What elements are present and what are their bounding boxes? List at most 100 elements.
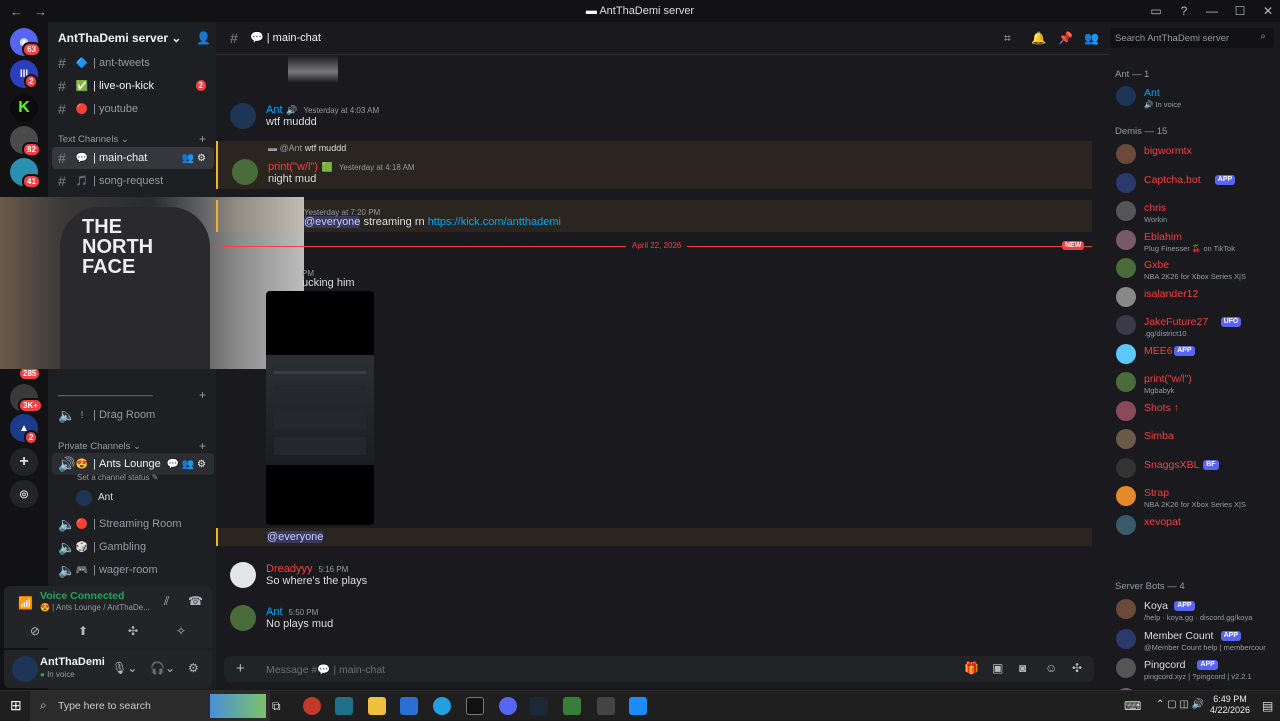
upload-plus-icon[interactable]: + bbox=[236, 660, 245, 677]
keyboard-icon[interactable]: ⌨ bbox=[1124, 699, 1141, 713]
channel-song-request[interactable]: # 🎵 | song-request bbox=[52, 170, 214, 192]
voice-status-sub[interactable]: 😍 | Ants Lounge / AntThaDe... bbox=[40, 603, 150, 612]
discord-icon[interactable] bbox=[499, 697, 517, 715]
notification-bell-icon[interactable]: 🔔 bbox=[1031, 31, 1046, 45]
member-item[interactable]: Shots ↑ bbox=[1116, 400, 1280, 428]
message-input[interactable]: Message #💬 | main-chat bbox=[266, 663, 866, 677]
channel-live-on-kick[interactable]: # ✅ | live-on-kick 2 bbox=[52, 75, 214, 97]
app-icon[interactable] bbox=[629, 697, 647, 715]
channel-ant-tweets[interactable]: # 🔷 | ant-tweets bbox=[52, 52, 214, 74]
noise-suppression-icon[interactable]: ⫽ bbox=[164, 594, 169, 609]
clock[interactable]: 6:49 PM 4/22/2026 bbox=[1200, 694, 1260, 716]
microphone-icon[interactable]: 🎙⌄ bbox=[112, 661, 137, 675]
reply-preview[interactable]: wtf muddd bbox=[305, 143, 347, 153]
app-icon[interactable] bbox=[303, 697, 321, 715]
discover-icon[interactable]: ◎ bbox=[10, 480, 38, 508]
message-link[interactable]: https://kick.com/antthademi bbox=[428, 216, 561, 228]
message-author[interactable]: Ant bbox=[266, 104, 283, 116]
voice-status-title[interactable]: Voice Connected bbox=[40, 590, 124, 602]
message-author[interactable]: Ant bbox=[266, 606, 283, 618]
minimize-button[interactable]: — bbox=[1200, 0, 1224, 22]
kick-server-icon[interactable]: K bbox=[10, 94, 38, 122]
reply-author[interactable]: @Ant bbox=[280, 143, 303, 153]
category-text-channels[interactable]: Text Channels ⌄ bbox=[58, 134, 129, 145]
search-input[interactable]: Search AntThaDemi server ⌕ bbox=[1110, 28, 1274, 48]
camera-off-icon[interactable]: ⊘ bbox=[30, 624, 40, 638]
headphones-icon[interactable]: 🎧⌄ bbox=[150, 661, 175, 675]
member-item[interactable]: Strap NBA 2K26 for Xbox Series X|S bbox=[1116, 485, 1280, 513]
member-item[interactable]: MEE6 APP bbox=[1116, 343, 1280, 371]
sticker-icon[interactable]: ◙ bbox=[1019, 661, 1026, 675]
forward-arrow-icon[interactable]: → bbox=[34, 4, 48, 19]
threads-icon[interactable]: ⌗ bbox=[1004, 31, 1011, 46]
member-ant[interactable]: Ant 🔊 In voice bbox=[1116, 85, 1280, 113]
app-icon[interactable] bbox=[597, 697, 615, 715]
app-icon[interactable] bbox=[466, 697, 484, 715]
taskbar-search-box[interactable]: ⌕ Type here to search bbox=[30, 691, 270, 721]
voice-channel-drag-room[interactable]: 🔈! | Drag Room bbox=[52, 404, 214, 426]
screen-share-icon[interactable]: ⬆ bbox=[78, 624, 88, 638]
member-item[interactable]: bigwormtx bbox=[1116, 143, 1280, 171]
voice-channel-gambling[interactable]: 🔈 🎲 | Gambling bbox=[52, 536, 214, 558]
everyone-mention[interactable]: @everyone bbox=[267, 531, 324, 543]
voice-channel-ants-lounge[interactable]: 🔊 😍 | Ants Lounge 💬 👥 ⚙ bbox=[52, 453, 214, 475]
store-icon[interactable] bbox=[335, 697, 353, 715]
voice-channel-wager-room[interactable]: 🔈 🎮 | wager-room bbox=[52, 559, 214, 581]
back-arrow-icon[interactable]: ← bbox=[10, 4, 24, 19]
member-list-icon[interactable]: 👥 bbox=[1084, 31, 1099, 45]
file-explorer-icon[interactable] bbox=[368, 697, 386, 715]
member-item[interactable]: chris Workin bbox=[1116, 200, 1280, 228]
member-item[interactable]: Eblahim Plug Finesser 🍒 on TikTok bbox=[1116, 229, 1280, 257]
soundboard-icon[interactable]: ✧ bbox=[176, 624, 186, 638]
avatar[interactable] bbox=[232, 159, 258, 185]
gift-icon[interactable]: 🎁 bbox=[964, 661, 979, 675]
member-item[interactable]: Gxbe NBA 2K26 for Xbox Series X|S bbox=[1116, 257, 1280, 285]
disconnect-icon[interactable]: ☎ bbox=[188, 594, 203, 608]
pinned-messages-icon[interactable]: 📌 bbox=[1058, 31, 1073, 45]
member-item[interactable]: Simba bbox=[1116, 428, 1280, 456]
member-item[interactable]: xevopat bbox=[1116, 514, 1280, 542]
member-item[interactable]: print("w/l") Mgbabyk bbox=[1116, 371, 1280, 399]
image-attachment[interactable] bbox=[266, 291, 374, 525]
channel-status-prompt[interactable]: Set a channel status ✎ bbox=[77, 473, 158, 482]
avatar[interactable] bbox=[12, 656, 38, 682]
channel-main-chat[interactable]: # 💬 | main-chat 👥 ⚙ bbox=[52, 147, 214, 169]
member-item[interactable]: Koya APP/help · koya.gg · discord.gg/koya bbox=[1116, 598, 1280, 626]
apps-icon[interactable]: ✣ bbox=[1072, 661, 1082, 675]
notifications-icon[interactable]: ▤ bbox=[1262, 699, 1273, 713]
channel-youtube[interactable]: # 🔴 | youtube bbox=[52, 98, 214, 120]
member-item[interactable]: Member Count APP @Member Count help | memb… bbox=[1116, 628, 1280, 656]
everyone-mention[interactable]: @everyone bbox=[304, 216, 361, 228]
member-item[interactable]: JakeFuture27 UFO .gg/district10 bbox=[1116, 314, 1280, 342]
category-private-channels[interactable]: Private Channels ⌄ bbox=[58, 441, 141, 452]
app-icon[interactable] bbox=[563, 697, 581, 715]
channel-settings-icons[interactable]: 💬 👥 ⚙ bbox=[167, 459, 206, 470]
maximize-button[interactable]: ☐ bbox=[1228, 0, 1252, 22]
steam-icon[interactable] bbox=[530, 697, 548, 715]
emoji-icon[interactable]: ☺ bbox=[1045, 661, 1057, 675]
member-item[interactable]: Pingcord APP pingcord.xyz | ?pingcord | v2… bbox=[1116, 657, 1280, 685]
mail-icon[interactable] bbox=[400, 697, 418, 715]
help-icon[interactable]: ? bbox=[1172, 0, 1196, 22]
system-tray-icons[interactable]: ⌃ ▢ ◫ 🔊 bbox=[1156, 699, 1204, 710]
member-item[interactable]: isalander12 bbox=[1116, 286, 1280, 314]
channel-settings-icons[interactable]: 👥 ⚙ bbox=[182, 153, 206, 164]
server-name-header[interactable]: AntThaDemi server ⌄ bbox=[58, 31, 181, 45]
member-item[interactable]: Captcha.bot APP bbox=[1116, 172, 1280, 200]
add-server-icon[interactable]: + bbox=[10, 448, 38, 476]
avatar[interactable] bbox=[230, 562, 256, 588]
create-channel-icon[interactable]: + bbox=[199, 132, 206, 146]
voice-member-ant[interactable]: Ant bbox=[76, 489, 216, 507]
close-button[interactable]: ✕ bbox=[1256, 0, 1280, 22]
message-author[interactable]: Dreadyyy bbox=[266, 563, 312, 575]
member-item[interactable]: SnaggsXBL BF bbox=[1116, 457, 1280, 485]
windows-start-icon[interactable]: ⊞ bbox=[10, 697, 22, 714]
avatar[interactable] bbox=[230, 103, 256, 129]
invite-people-icon[interactable]: 👤 bbox=[196, 31, 211, 45]
voice-channel-streaming-room[interactable]: 🔈 🔴 | Streaming Room bbox=[52, 513, 214, 535]
image-attachment-top[interactable] bbox=[288, 55, 338, 83]
avatar[interactable] bbox=[230, 605, 256, 631]
message-author[interactable]: print("w/l") bbox=[268, 161, 318, 173]
edge-icon[interactable] bbox=[433, 697, 451, 715]
gif-icon[interactable]: ▣ bbox=[992, 661, 1003, 675]
